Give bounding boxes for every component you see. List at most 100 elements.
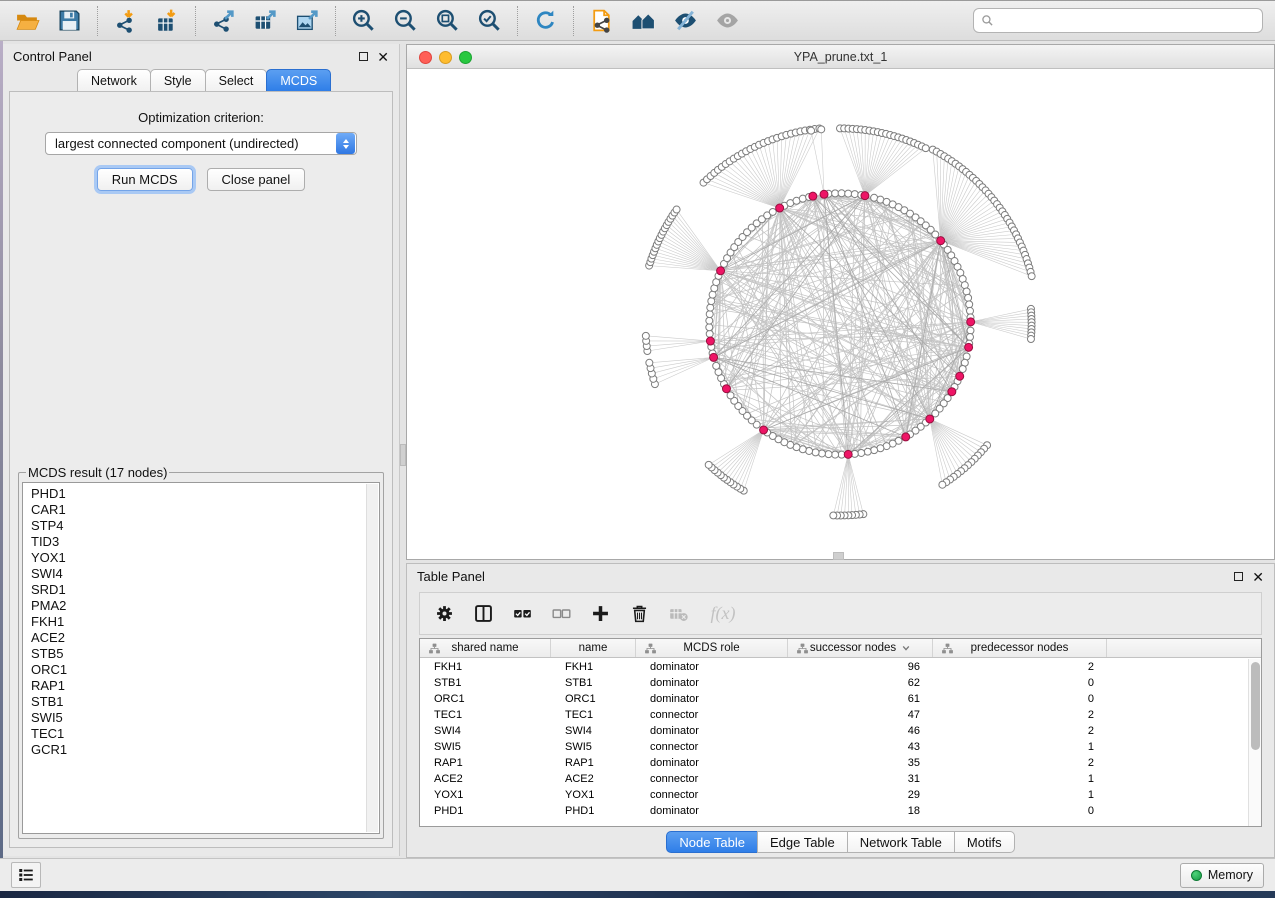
mcds-result-item[interactable]: RAP1 (31, 678, 371, 694)
table-cell[interactable]: ORC1 (420, 691, 551, 707)
table-cell[interactable]: 62 (788, 675, 933, 691)
table-cell[interactable]: dominator (636, 723, 788, 739)
mcds-result-item[interactable]: TEC1 (31, 726, 371, 742)
table-cell[interactable]: YOX1 (420, 787, 551, 803)
table-row[interactable]: PHD1PHD1dominator180 (420, 803, 1248, 819)
table-cell[interactable]: 0 (933, 803, 1107, 819)
table-panel-close-icon[interactable]: ✕ (1252, 572, 1264, 582)
table-cell[interactable]: connector (636, 787, 788, 803)
table-cell[interactable]: PHD1 (551, 803, 636, 819)
table-cell[interactable]: 43 (788, 739, 933, 755)
gear-icon[interactable] (433, 603, 455, 625)
mcds-result-item[interactable]: SRD1 (31, 582, 371, 598)
tab-mcds[interactable]: MCDS (266, 69, 331, 91)
column-header-shared-name[interactable]: shared name (420, 639, 551, 657)
mcds-result-item[interactable]: YOX1 (31, 550, 371, 566)
mcds-result-item[interactable]: CAR1 (31, 502, 371, 518)
table-cell[interactable]: 0 (933, 691, 1107, 707)
home-icon[interactable] (630, 7, 657, 34)
table-cell[interactable]: 0 (933, 675, 1107, 691)
table-cell[interactable]: SWI5 (551, 739, 636, 755)
table-cell[interactable]: 96 (788, 659, 933, 675)
mcds-result-item[interactable]: PHD1 (31, 486, 371, 502)
table-cell[interactable]: 2 (933, 659, 1107, 675)
table-cell[interactable]: PHD1 (420, 803, 551, 819)
table-cell[interactable]: connector (636, 707, 788, 723)
eye-slash-icon[interactable] (672, 7, 699, 34)
column-header-successor-nodes[interactable]: successor nodes (788, 639, 933, 657)
mcds-result-item[interactable]: STB1 (31, 694, 371, 710)
mcds-result-item[interactable]: ORC1 (31, 662, 371, 678)
add-icon[interactable] (589, 603, 611, 625)
table-cell[interactable]: dominator (636, 755, 788, 771)
table-cell[interactable]: 46 (788, 723, 933, 739)
table-cell[interactable]: STB1 (420, 675, 551, 691)
table-panel-float-icon[interactable] (1234, 572, 1243, 581)
window-maximize-button[interactable] (459, 51, 472, 64)
table-cell[interactable]: 35 (788, 755, 933, 771)
table-cell[interactable]: dominator (636, 659, 788, 675)
column-header-name[interactable]: name (551, 639, 636, 657)
table-row[interactable]: YOX1YOX1connector291 (420, 787, 1248, 803)
table-row[interactable]: STB1STB1dominator620 (420, 675, 1248, 691)
mcds-result-item[interactable]: PMA2 (31, 598, 371, 614)
zoom-fit-icon[interactable] (434, 7, 461, 34)
window-close-button[interactable] (419, 51, 432, 64)
table-cell[interactable]: SWI4 (420, 723, 551, 739)
run-mcds-button[interactable]: Run MCDS (97, 168, 193, 191)
table-cell[interactable]: ORC1 (551, 691, 636, 707)
column-pane-icon[interactable] (472, 603, 494, 625)
mcds-result-item[interactable]: ACE2 (31, 630, 371, 646)
table-scrollbar-thumb[interactable] (1251, 662, 1260, 750)
tab-style[interactable]: Style (150, 69, 206, 91)
table-cell[interactable]: 2 (933, 723, 1107, 739)
search-input[interactable] (994, 11, 1255, 31)
control-panel-close-icon[interactable]: ✕ (377, 52, 389, 62)
tab-select[interactable]: Select (205, 69, 268, 91)
table-cell[interactable]: connector (636, 771, 788, 787)
table-cell[interactable]: RAP1 (551, 755, 636, 771)
panel-list-button[interactable] (11, 862, 41, 888)
zoom-in-icon[interactable] (350, 7, 377, 34)
table-cell[interactable]: dominator (636, 803, 788, 819)
export-network-icon[interactable] (210, 7, 237, 34)
table-cell[interactable]: TEC1 (420, 707, 551, 723)
table-cell[interactable]: 18 (788, 803, 933, 819)
table-cell[interactable]: ACE2 (551, 771, 636, 787)
memory-button[interactable]: Memory (1180, 863, 1264, 888)
table-row[interactable]: RAP1RAP1dominator352 (420, 755, 1248, 771)
table-scrollbar[interactable] (1248, 659, 1261, 826)
select-all-icon[interactable] (511, 603, 533, 625)
table-cell[interactable]: 61 (788, 691, 933, 707)
table-cell[interactable]: SWI4 (551, 723, 636, 739)
table-row[interactable]: SWI4SWI4dominator462 (420, 723, 1248, 739)
tab-edge-table[interactable]: Edge Table (757, 831, 848, 853)
mcds-result-scrollbar[interactable] (366, 484, 378, 832)
tab-network-table[interactable]: Network Table (847, 831, 955, 853)
table-row[interactable]: SWI5SWI5connector431 (420, 739, 1248, 755)
table-row[interactable]: TEC1TEC1connector472 (420, 707, 1248, 723)
table-cell[interactable]: 47 (788, 707, 933, 723)
tab-network[interactable]: Network (77, 69, 151, 91)
trash-icon[interactable] (628, 603, 650, 625)
mcds-result-item[interactable]: STP4 (31, 518, 371, 534)
mcds-result-item[interactable]: GCR1 (31, 742, 371, 758)
table-row[interactable]: ORC1ORC1dominator610 (420, 691, 1248, 707)
import-network-icon[interactable] (112, 7, 139, 34)
table-cell[interactable]: 2 (933, 707, 1107, 723)
export-table-icon[interactable] (252, 7, 279, 34)
table-cell[interactable]: dominator (636, 691, 788, 707)
table-row[interactable]: ACE2ACE2connector311 (420, 771, 1248, 787)
table-row[interactable]: FKH1FKH1dominator962 (420, 659, 1248, 675)
table-cell[interactable]: FKH1 (551, 659, 636, 675)
table-cell[interactable]: 2 (933, 755, 1107, 771)
tab-node-table[interactable]: Node Table (666, 831, 758, 853)
table-cell[interactable]: 1 (933, 739, 1107, 755)
refresh-icon[interactable] (532, 7, 559, 34)
table-cell[interactable]: FKH1 (420, 659, 551, 675)
open-folder-icon[interactable] (14, 7, 41, 34)
share-document-icon[interactable] (588, 7, 615, 34)
table-cell[interactable]: SWI5 (420, 739, 551, 755)
criterion-select[interactable]: largest connected component (undirected) (45, 132, 357, 155)
save-icon[interactable] (56, 7, 83, 34)
